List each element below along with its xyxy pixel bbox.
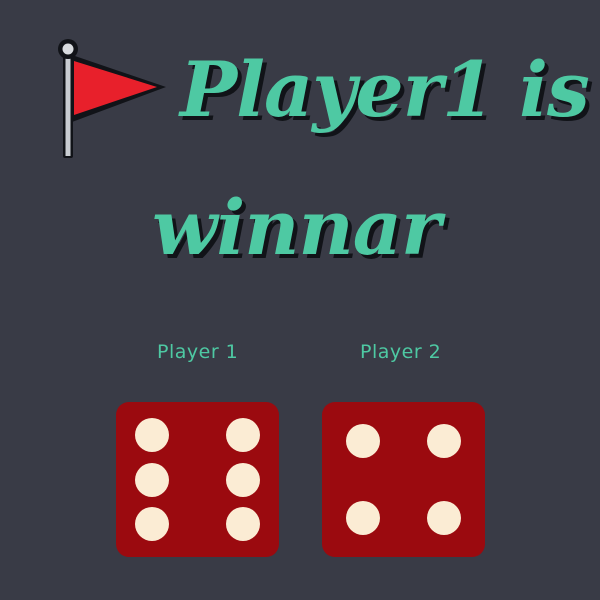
die-pip bbox=[345, 501, 380, 536]
die-pip bbox=[134, 417, 169, 452]
die-pip bbox=[226, 462, 261, 497]
player-1-label: Player 1 bbox=[157, 341, 239, 363]
die-pip bbox=[226, 417, 261, 452]
player-1-die[interactable] bbox=[116, 402, 279, 557]
player-2-label: Player 2 bbox=[360, 341, 442, 363]
player-2-die[interactable] bbox=[322, 402, 485, 557]
die-pip bbox=[134, 462, 169, 497]
die-pip bbox=[134, 507, 169, 542]
red-flag-icon bbox=[58, 39, 166, 158]
die-pip bbox=[226, 507, 261, 542]
game-screen: Player1 is winnar Player 1 Player 2 bbox=[0, 0, 600, 600]
winner-title-line-1: Player1 is bbox=[180, 45, 590, 134]
winner-title-line-2: winnar bbox=[152, 183, 441, 272]
die-pip bbox=[427, 423, 462, 458]
die-pip bbox=[345, 423, 380, 458]
die-pip bbox=[427, 501, 462, 536]
